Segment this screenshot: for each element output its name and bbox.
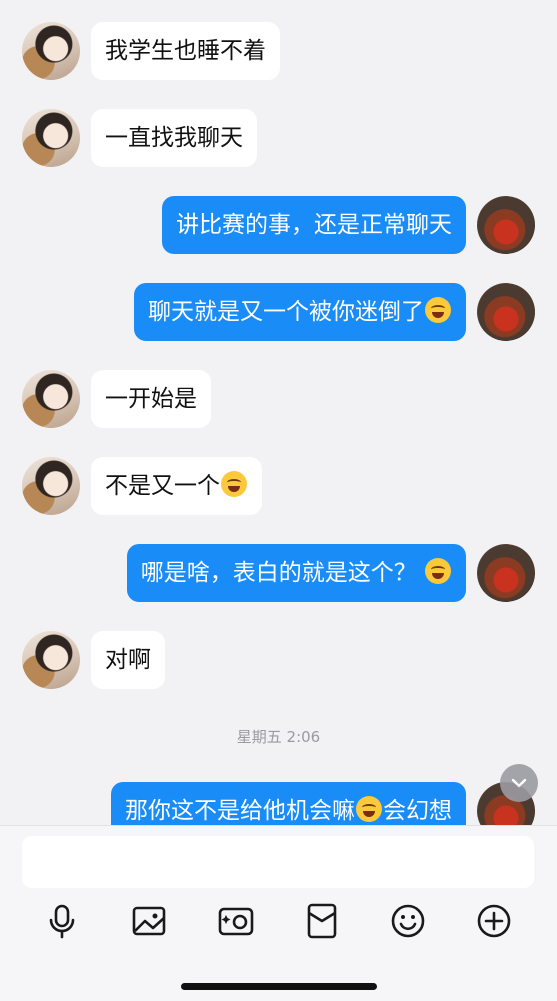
message-bubble[interactable]: 聊天就是又一个被你迷倒了 [134,283,466,341]
message-row-incoming: 一开始是 [0,370,557,428]
emoji-icon [391,904,425,938]
red-packet-button[interactable] [302,901,342,941]
message-text: 一直找我聊天 [105,125,243,151]
tears-of-joy-emoji [425,558,451,584]
tears-of-joy-emoji [356,796,382,822]
contact-avatar[interactable] [22,109,80,167]
message-row-outgoing: 聊天就是又一个被你迷倒了 [0,283,557,341]
chat-area[interactable]: 我学生也睡不着 一直找我聊天 讲比赛的事，还是正常聊天 聊天就是又一个被你迷倒了… [0,0,557,825]
my-avatar[interactable] [477,544,535,602]
home-indicator [181,983,377,990]
camera-icon [218,907,254,936]
message-bubble[interactable]: 那你这不是给他机会嘛 会幻想 [111,782,466,825]
plus-icon [477,904,511,938]
message-row-incoming: 我学生也睡不着 [0,22,557,80]
message-row-incoming: 不是又一个 [0,457,557,515]
message-row-incoming: 一直找我聊天 [0,109,557,167]
camera-button[interactable] [216,901,256,941]
message-bubble[interactable]: 一开始是 [91,370,211,428]
message-bubble[interactable]: 不是又一个 [91,457,262,515]
timestamp: 星期五 2:06 [236,728,321,746]
image-icon [132,906,166,936]
message-text: 不是又一个 [105,473,220,499]
tears-of-joy-emoji [221,471,247,497]
message-bubble[interactable]: 讲比赛的事，还是正常聊天 [162,196,466,254]
contact-avatar[interactable] [22,370,80,428]
message-text: 那你这不是给他机会嘛 [125,798,355,824]
contact-avatar[interactable] [22,22,80,80]
my-avatar[interactable] [477,196,535,254]
microphone-icon [49,904,75,939]
message-input[interactable] [22,836,534,888]
message-text: 一开始是 [105,386,197,412]
message-bubble[interactable]: 对啊 [91,631,165,689]
message-text: 会幻想 [383,798,452,824]
chevron-down-icon [511,778,527,788]
voice-button[interactable] [42,901,82,941]
more-button[interactable] [474,901,514,941]
scroll-to-bottom-button[interactable] [500,764,538,802]
input-toolbar [0,901,557,941]
face-with-hand-over-mouth-emoji [425,297,451,323]
photo-button[interactable] [129,901,169,941]
message-row-outgoing: 那你这不是给他机会嘛 会幻想 [0,782,557,825]
red-packet-icon [307,903,337,939]
message-row-incoming: 对啊 [0,631,557,689]
emoji-button[interactable] [388,901,428,941]
message-row-outgoing: 讲比赛的事，还是正常聊天 [0,196,557,254]
message-text: 哪是啥，表白的就是这个？ [140,560,417,586]
input-panel [0,825,557,1001]
message-text: 对啊 [105,647,151,673]
message-bubble[interactable]: 一直找我聊天 [91,109,257,167]
my-avatar[interactable] [477,283,535,341]
message-text: 我学生也睡不着 [105,38,266,64]
message-text: 讲比赛的事，还是正常聊天 [176,212,452,238]
message-bubble[interactable]: 我学生也睡不着 [91,22,280,80]
contact-avatar[interactable] [22,631,80,689]
contact-avatar[interactable] [22,457,80,515]
message-row-outgoing: 哪是啥，表白的就是这个？ [0,544,557,602]
message-text: 聊天就是又一个被你迷倒了 [148,299,424,325]
message-bubble[interactable]: 哪是啥，表白的就是这个？ [126,544,466,602]
